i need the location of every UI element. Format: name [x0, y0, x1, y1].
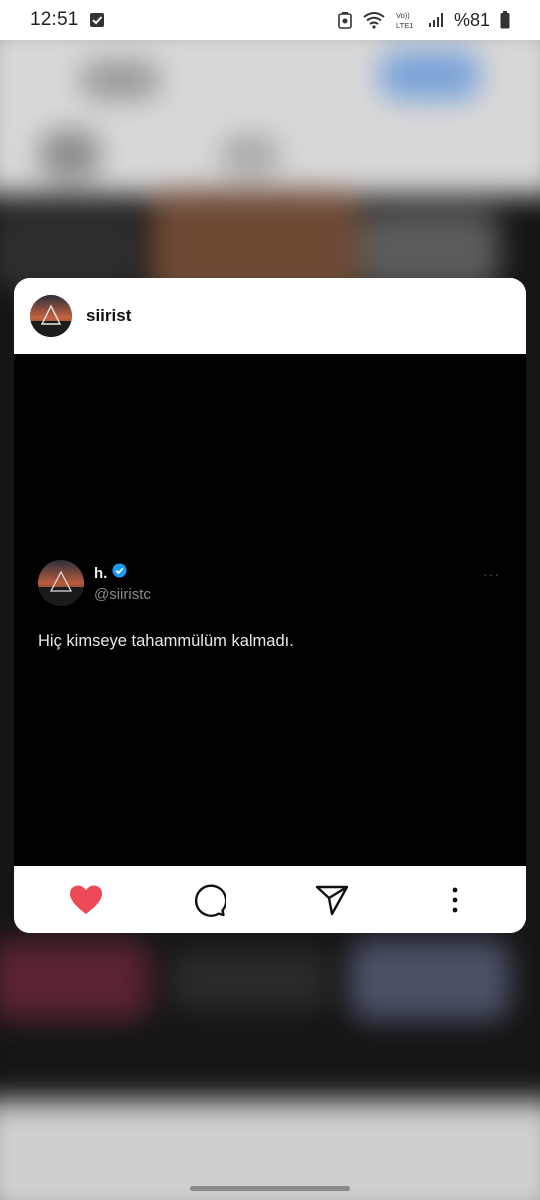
home-indicator[interactable]: [190, 1186, 350, 1191]
volte-icon: Vo)) LTE1: [396, 10, 418, 30]
send-icon: [315, 885, 348, 915]
more-options-button[interactable]: [430, 875, 480, 925]
tweet-text: Hiç kimseye tahammülüm kalmadı.: [38, 632, 294, 650]
signal-icon: [428, 12, 444, 28]
android-recycle-icon: [338, 11, 352, 29]
more-vertical-icon: [452, 887, 457, 912]
check-notification-icon: [89, 12, 105, 28]
tweet-handle: @siiristc: [94, 586, 151, 603]
tweet-name-row: h.: [94, 563, 151, 583]
verified-badge-icon: [112, 563, 127, 583]
tweet-header: h. @siiristc: [38, 560, 151, 606]
heart-icon: [69, 885, 102, 914]
avatar[interactable]: [30, 295, 72, 337]
status-right: Vo)) LTE1 %81: [338, 10, 510, 31]
tweet-names: h. @siiristc: [94, 563, 151, 603]
battery-percent: %81: [453, 9, 490, 30]
post-actions: [14, 866, 526, 933]
status-left: 12:51: [30, 9, 105, 31]
comment-icon: [194, 884, 226, 917]
tweet-avatar: [38, 560, 84, 606]
post-image: h. @siiristc ··· Hiç kimseye tahammülüm …: [14, 354, 526, 866]
share-button[interactable]: [307, 875, 357, 925]
post-preview-card: siirist h. @siiristc ··· Hiç kimseye tah…: [14, 278, 526, 933]
status-bar: 12:51 Vo)) LTE1 %81: [0, 0, 540, 40]
volte-top-text: Vo)): [396, 11, 410, 20]
post-username[interactable]: siirist: [86, 306, 131, 326]
post-header[interactable]: siirist: [14, 278, 526, 354]
wifi-icon: [362, 11, 386, 29]
status-time: 12:51: [30, 9, 79, 30]
background-nav: [0, 1100, 540, 1200]
battery-icon: [500, 11, 510, 29]
like-button[interactable]: [61, 875, 111, 925]
tweet-more-icon: ···: [483, 566, 500, 582]
comment-button[interactable]: [184, 875, 234, 925]
volte-bottom-text: LTE1: [396, 21, 413, 30]
tweet-display-name: h.: [94, 564, 108, 582]
